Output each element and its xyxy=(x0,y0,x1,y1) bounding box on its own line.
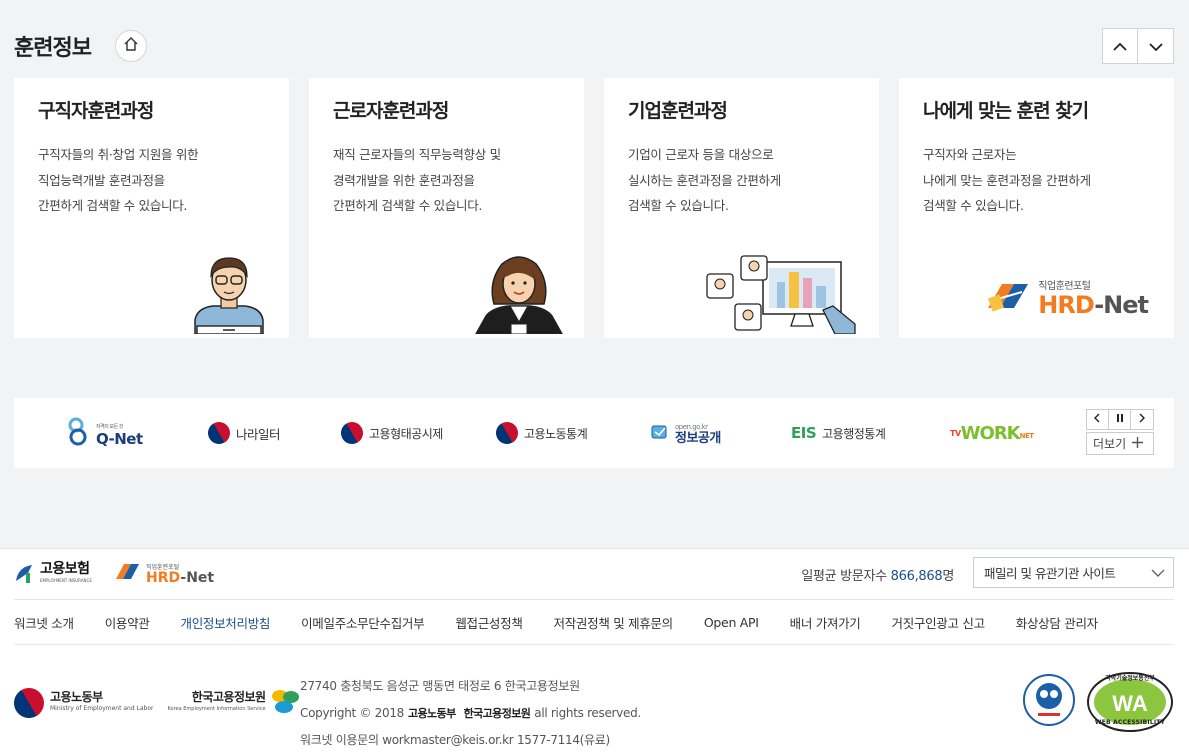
svg-text:WA: WA xyxy=(1112,691,1148,716)
worker-illustration xyxy=(474,252,564,338)
footer-link-copyright[interactable]: 저작권정책 및 제휴문의 xyxy=(554,613,674,632)
card-title: 근로자훈련과정 xyxy=(333,100,449,122)
footer-link-about[interactable]: 워크넷 소개 xyxy=(14,613,74,632)
section-header: 훈련정보 xyxy=(14,28,1174,64)
daily-visitors: 일평균 방문자수 866,868명 xyxy=(801,569,954,584)
family-sites-select[interactable]: 패밀리 및 유관기관 사이트 xyxy=(973,557,1174,588)
partner-open-go-kr[interactable]: open.go.kr 정보공개 xyxy=(651,412,721,454)
pause-icon xyxy=(1116,413,1124,426)
visitors-count: 866,868 xyxy=(890,569,943,584)
chevron-down-icon xyxy=(1148,37,1163,56)
keis-emblem-icon xyxy=(270,687,300,719)
footer-address-block: 27740 충청북도 음성군 맹동면 태정로 6 한국고용정보원 Copyrig… xyxy=(300,673,641,753)
partner-eis[interactable]: EIS 고용행정통계 xyxy=(791,412,886,454)
footer-links: 워크넷 소개 이용약관 개인정보처리방침 이메일주소무단수집거부 웹접근성정책 … xyxy=(14,599,1174,645)
web-accessibility-mark[interactable]: WA 과학기술정보통신부 WEB ACCESSIBILITY xyxy=(1086,671,1174,733)
hrd-net-logo: 직업훈련포털 HRD-Net xyxy=(984,277,1149,318)
footer: 고용보험 EMPLOYMENT INSURANCE 직업훈련포털 HRD-Net… xyxy=(0,548,1189,753)
partner-qnet[interactable]: 자격의 모든 것 Q-Net xyxy=(66,412,143,454)
card-description: 기업이 근로자 등을 대상으로 실시하는 훈련과정을 간편하게 검색할 수 있습니다… xyxy=(628,147,781,213)
card-find-training[interactable]: 나에게 맞는 훈련 찾기 구직자와 근로자는 나에게 맞는 훈련과정을 간편하게 검… xyxy=(899,78,1174,338)
accessibility-cert-icon[interactable] xyxy=(1022,673,1076,731)
section-title: 훈련정보 xyxy=(14,36,92,61)
partner-sites-band: 자격의 모든 것 Q-Net 나라일터 고용형태공시제 고용노동통계 open.… xyxy=(14,398,1174,468)
prev-button[interactable] xyxy=(1086,409,1109,430)
footer-link-open-api[interactable]: Open API xyxy=(704,615,759,630)
card-description: 구직자들의 취·창업 지원을 위한 직업능력개발 훈련과정을 간편하게 검색할 수 … xyxy=(38,147,199,213)
partner-narailter[interactable]: 나라일터 xyxy=(203,412,281,454)
plus-icon xyxy=(1132,436,1144,451)
home-button[interactable] xyxy=(115,30,147,62)
taegeuk-icon xyxy=(491,417,523,449)
home-icon xyxy=(123,36,139,56)
certification-marks: WA 과학기술정보통신부 WEB ACCESSIBILITY xyxy=(1022,671,1174,733)
jobseeker-illustration xyxy=(189,252,269,338)
chevron-left-icon xyxy=(1093,413,1101,426)
footer-top-bar: 고용보험 EMPLOYMENT INSURANCE 직업훈련포털 HRD-Net… xyxy=(14,549,1174,597)
footer-link-banner[interactable]: 배너 가져가기 xyxy=(790,613,861,632)
keis-logo[interactable]: 한국고용정보원 Korea Employment Information Ser… xyxy=(168,687,300,719)
card-title: 나에게 맞는 훈련 찾기 xyxy=(923,100,1089,122)
footer-link-terms[interactable]: 이용약관 xyxy=(105,613,150,632)
more-button[interactable]: 더보기 xyxy=(1086,432,1154,455)
company-illustration xyxy=(705,254,859,338)
partner-labor-statistics[interactable]: 고용노동통계 xyxy=(491,412,588,454)
employment-insurance-logo[interactable]: 고용보험 EMPLOYMENT INSURANCE xyxy=(14,561,92,589)
qnet-icon xyxy=(66,417,90,450)
card-title: 기업훈련과정 xyxy=(628,100,728,122)
info-disclosure-icon xyxy=(651,424,669,443)
next-button[interactable] xyxy=(1131,409,1154,430)
org-logos: 고용노동부 Ministry of Employment and Labor 한… xyxy=(8,682,300,724)
card-company-training[interactable]: 기업훈련과정 기업이 근로자 등을 대상으로 실시하는 훈련과정을 간편하게 검색할… xyxy=(604,78,879,338)
taegeuk-icon xyxy=(336,417,368,449)
chevron-right-icon xyxy=(1138,413,1146,426)
partner-employment-type-disclosure[interactable]: 고용형태공시제 xyxy=(336,412,443,454)
expand-button[interactable] xyxy=(1138,28,1174,64)
taegeuk-icon xyxy=(8,682,50,724)
partner-work-tv[interactable]: TV WORK NET xyxy=(950,412,1034,454)
hrd-net-footer-logo[interactable]: 직업훈련포털 HRD-Net xyxy=(114,561,214,585)
employment-insurance-icon xyxy=(14,561,36,589)
collapse-button[interactable] xyxy=(1102,28,1138,64)
footer-link-privacy[interactable]: 개인정보처리방침 xyxy=(181,613,271,632)
moel-logo[interactable]: 고용노동부 Ministry of Employment and Labor xyxy=(8,682,154,724)
footer-link-email-policy[interactable]: 이메일주소무단수집거부 xyxy=(301,613,425,632)
hrd-net-emblem-icon xyxy=(114,561,142,585)
chevron-down-icon xyxy=(1151,566,1165,581)
footer-link-video-admin[interactable]: 화상상담 관리자 xyxy=(1016,613,1098,632)
hrd-net-emblem-icon xyxy=(984,278,1032,318)
footer-copyright: Copyright © 2018 고용노동부 한국고용정보원 all rights r… xyxy=(300,706,641,720)
taegeuk-icon xyxy=(203,417,235,449)
section-arrows xyxy=(1102,28,1174,64)
footer-contact: 워크넷 이용문의 workmaster@keis.or.kr 1577-7114… xyxy=(300,733,610,747)
footer-link-fake-ad-report[interactable]: 거짓구인광고 신고 xyxy=(892,613,986,632)
card-worker-training[interactable]: 근로자훈련과정 재직 근로자들의 직무능력향상 및 경력개발을 위한 훈련과정을 간… xyxy=(309,78,584,338)
pause-button[interactable] xyxy=(1108,409,1132,430)
chevron-up-icon xyxy=(1113,37,1127,56)
card-description: 재직 근로자들의 직무능력향상 및 경력개발을 위한 훈련과정을 간편하게 검색할 … xyxy=(333,147,501,213)
training-cards: 구직자훈련과정 구직자들의 취·창업 지원을 위한 직업능력개발 훈련과정을 간편하… xyxy=(14,78,1174,338)
card-jobseeker-training[interactable]: 구직자훈련과정 구직자들의 취·창업 지원을 위한 직업능력개발 훈련과정을 간편하… xyxy=(14,78,289,338)
partner-carousel-controls: 더보기 xyxy=(1086,409,1154,455)
footer-info: 고용노동부 Ministry of Employment and Labor 한… xyxy=(8,669,1174,753)
card-description: 구직자와 근로자는 나에게 맞는 훈련과정을 간편하게 검색할 수 있습니다. xyxy=(923,147,1091,213)
card-title: 구직자훈련과정 xyxy=(38,100,154,122)
footer-address: 27740 충청북도 음성군 맹동면 태정로 6 한국고용정보원 xyxy=(300,679,580,693)
footer-link-accessibility[interactable]: 웹접근성정책 xyxy=(455,613,523,632)
